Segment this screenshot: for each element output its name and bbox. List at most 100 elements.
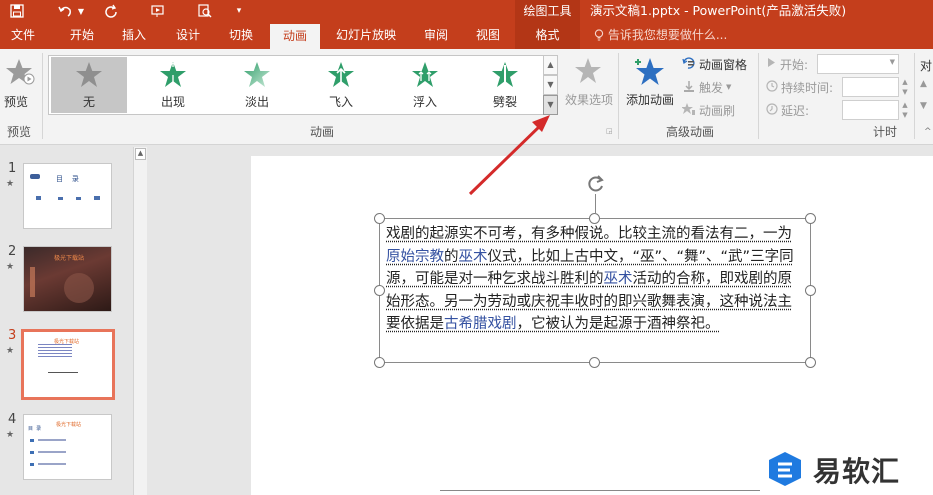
customize-qat-icon[interactable]: ▾	[228, 1, 250, 21]
animation-appear-label: 出现	[160, 95, 185, 109]
thumb-shape	[30, 439, 34, 442]
drawing-tools-header: 绘图工具	[515, 0, 580, 22]
timing-group-label: 计时	[872, 125, 897, 139]
animation-painter-icon	[681, 102, 696, 119]
tell-me-search[interactable]: 告诉我您想要做什么...	[594, 22, 727, 49]
gallery-scroll-up-button[interactable]: ▲	[543, 55, 558, 75]
collapse-ribbon-icon[interactable]: ^	[924, 127, 932, 137]
tab-design[interactable]: 设计	[166, 22, 210, 49]
preview-star-icon	[5, 57, 35, 90]
timing-delay-row: 延迟:	[766, 100, 809, 120]
title-bar: ▼ ▾ 绘图工具 演示文稿1.pptx - PowerPoint(产品激活失败)	[0, 0, 933, 22]
rotate-handle-icon[interactable]	[586, 174, 606, 197]
resize-handle-bottom-right[interactable]	[805, 357, 816, 368]
slide-thumbnail-2[interactable]: 极光下载站	[23, 246, 112, 312]
slide-number: 1	[8, 161, 17, 176]
selected-text-box[interactable]: 戏剧的起源实不可考，有多种假说。比较主流的看法有二，一为原始宗教的巫术仪式，比如…	[379, 218, 811, 363]
animation-pane-button[interactable]: 动画窗格	[682, 55, 747, 73]
slide-thumbnail-3[interactable]: 极光下载站	[21, 329, 115, 400]
duration-spinner[interactable]: ▲ ▼	[899, 77, 911, 97]
resize-handle-bottom-left[interactable]	[374, 357, 385, 368]
thumb-text-lines	[38, 344, 72, 358]
thumb-shape	[38, 463, 66, 465]
thumbnail-scrollbar[interactable]: ▲	[133, 147, 147, 495]
animation-float-in[interactable]: 浮入	[387, 57, 463, 113]
text-box-content[interactable]: 戏剧的起源实不可考，有多种假说。比较主流的看法有二，一为原始宗教的巫术仪式，比如…	[386, 223, 796, 336]
animation-dialog-launcher-icon[interactable]: ◲	[606, 127, 613, 135]
animation-gallery: 无 出现 淡出 飞入 浮入 劈裂	[48, 55, 544, 115]
hyperlink-witchcraft[interactable]: 巫术	[459, 249, 488, 265]
tab-view[interactable]: 视图	[466, 22, 510, 49]
star-float-in-icon	[412, 62, 438, 87]
resize-handle-top-right[interactable]	[805, 213, 816, 224]
delay-spinner[interactable]: ▲ ▼	[899, 100, 911, 120]
tab-home[interactable]: 开始	[58, 22, 106, 49]
animation-fade[interactable]: 淡出	[219, 57, 295, 113]
hyperlink-primitive-religion[interactable]: 原始宗教	[386, 249, 444, 265]
save-icon[interactable]	[6, 1, 28, 21]
tab-format[interactable]: 格式	[515, 22, 580, 49]
redo-icon[interactable]	[100, 1, 122, 21]
delay-clock-icon	[766, 102, 778, 118]
timing-start-dropdown-icon: ▼	[889, 58, 895, 66]
tab-review[interactable]: 审阅	[414, 22, 458, 49]
tab-transitions[interactable]: 切换	[219, 22, 263, 49]
slide-thumbnail-4[interactable]: 极光下载站 目 录	[23, 414, 112, 480]
resize-handle-top-left[interactable]	[374, 213, 385, 224]
timing-delay-input[interactable]	[842, 100, 899, 120]
resize-handle-top[interactable]	[589, 213, 600, 224]
resize-handle-bottom[interactable]	[589, 357, 600, 368]
move-later-icon[interactable]: ▼	[920, 101, 927, 111]
resize-handle-left[interactable]	[374, 285, 385, 296]
print-preview-icon[interactable]	[194, 1, 216, 21]
animation-none[interactable]: 无	[51, 57, 127, 113]
hyperlink-greek-drama[interactable]: 古希腊戏剧	[444, 316, 517, 332]
thumb-shape	[30, 451, 34, 454]
rotate-handle-stem	[595, 194, 596, 214]
animation-fade-label: 淡出	[244, 95, 269, 109]
star-gray-icon	[76, 62, 102, 87]
lightbulb-icon	[594, 28, 608, 42]
thumb-line	[48, 372, 78, 373]
group-separator	[42, 53, 43, 139]
animation-appear[interactable]: 出现	[135, 57, 211, 113]
present-icon[interactable]	[148, 1, 170, 21]
reorder-animation-label[interactable]: 对	[920, 57, 932, 74]
tab-insert[interactable]: 插入	[112, 22, 156, 49]
hyperlink-witchcraft-2[interactable]: 巫术	[604, 271, 633, 287]
trigger-icon	[682, 79, 696, 96]
trigger-button[interactable]: 触发 ▼	[682, 78, 731, 96]
add-animation-button[interactable]: 添加动画	[622, 55, 678, 117]
timing-start-label: 开始:	[780, 57, 809, 72]
tab-animations[interactable]: 动画	[270, 24, 320, 49]
timing-start-select[interactable]: ▼	[817, 54, 899, 74]
group-separator	[618, 53, 619, 139]
undo-dropdown-icon[interactable]: ▼	[74, 1, 88, 21]
preview-button[interactable]: 预览	[0, 53, 40, 115]
annotation-red-arrow-icon	[468, 115, 550, 196]
animation-painter-button[interactable]: 动画刷	[681, 101, 735, 119]
animation-fly-in-label: 飞入	[328, 95, 353, 109]
gallery-scroll-down-button[interactable]: ▼	[543, 75, 558, 95]
animation-none-label: 无	[82, 95, 95, 109]
slide-animation-star-icon: ★	[6, 179, 15, 189]
thumb-shape	[36, 196, 41, 200]
animation-pane-icon	[682, 56, 696, 73]
timing-duration-input[interactable]	[842, 77, 899, 97]
effect-options-button[interactable]: 效果选项	[562, 55, 614, 117]
watermark-text: 易软汇	[813, 455, 901, 488]
thumb-subtitle: 目 录	[28, 426, 42, 432]
text-run: 的	[444, 248, 459, 265]
text-run: 戏剧的起源实不可考，有多种假说。比较主流的看法有二，一为	[386, 226, 792, 242]
scroll-up-arrow-icon[interactable]: ▲	[135, 148, 146, 160]
slide-line-shape[interactable]	[440, 490, 760, 491]
undo-icon[interactable]	[54, 1, 76, 21]
slide-thumbnail-1[interactable]: 目 录	[23, 163, 112, 229]
animation-fly-in[interactable]: 飞入	[303, 57, 379, 113]
timing-duration-label: 持续时间:	[781, 80, 834, 95]
move-earlier-icon[interactable]: ▲	[920, 79, 927, 89]
animation-split[interactable]: 劈裂	[467, 57, 543, 113]
tab-file[interactable]: 文件	[0, 22, 46, 49]
tab-slideshow[interactable]: 幻灯片放映	[328, 22, 404, 49]
resize-handle-right[interactable]	[805, 285, 816, 296]
